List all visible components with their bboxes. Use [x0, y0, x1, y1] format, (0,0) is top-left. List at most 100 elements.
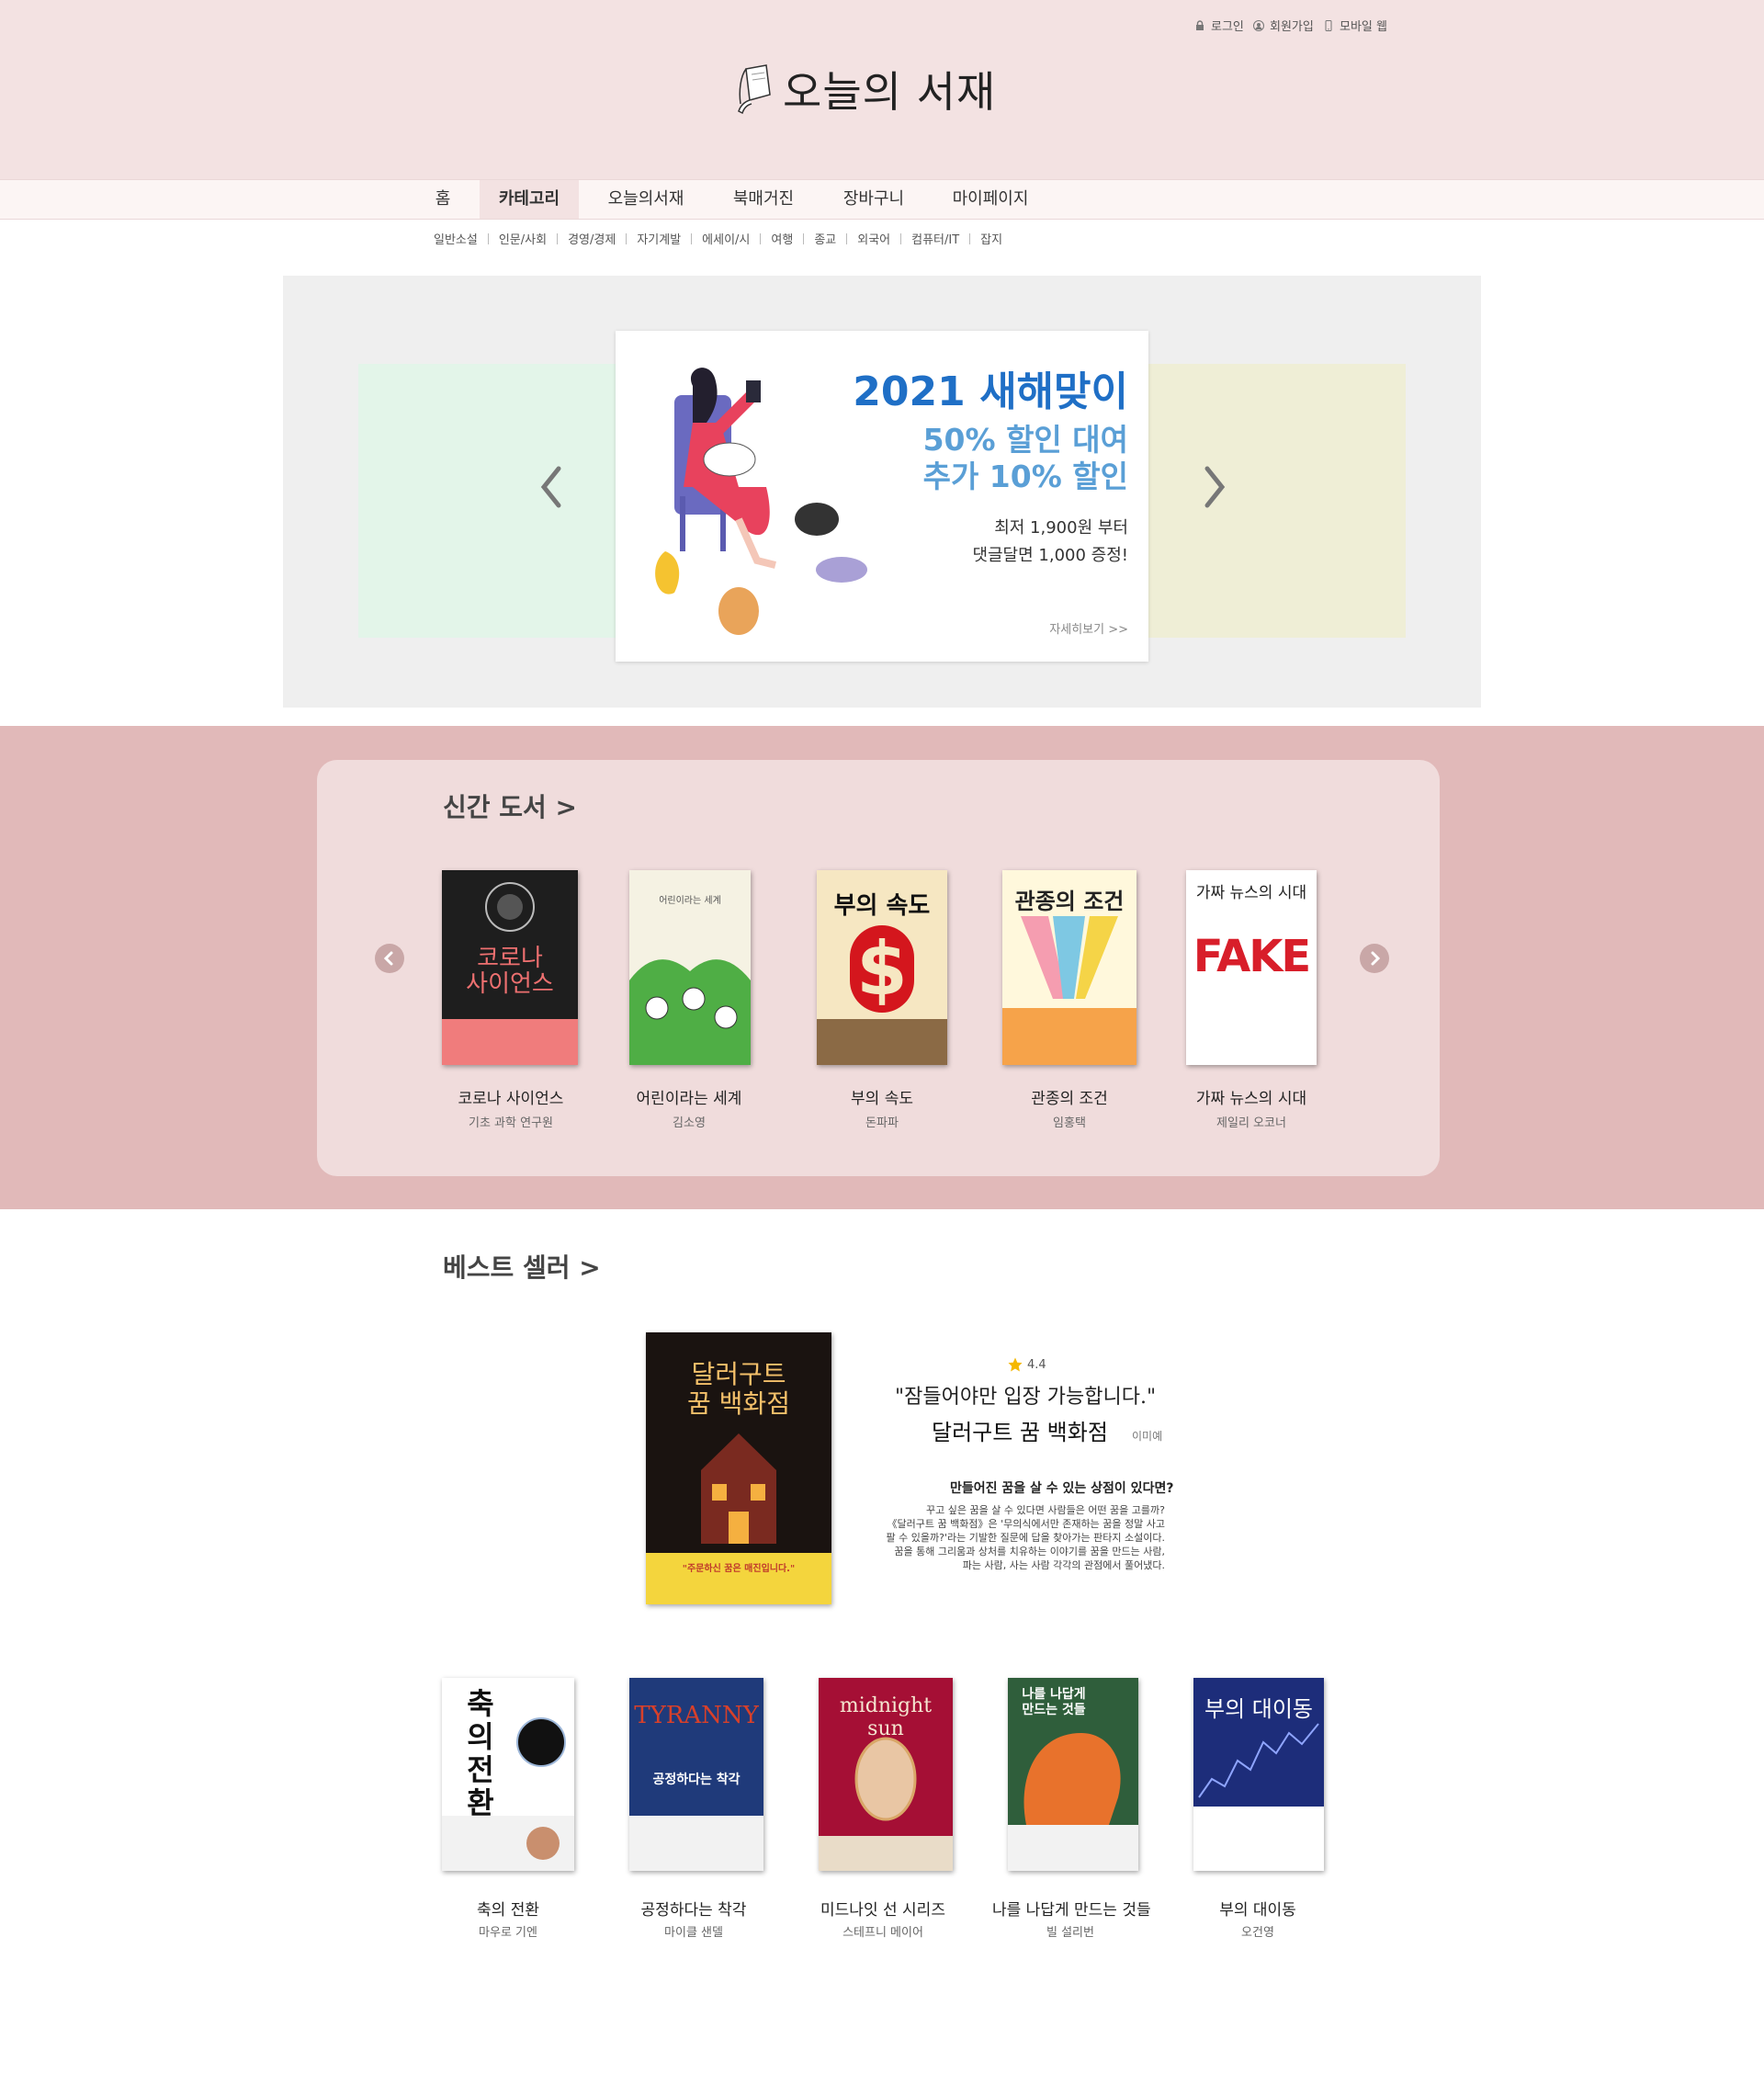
cover-band — [817, 1019, 947, 1065]
book-author: 기초 과학 연구원 — [469, 1116, 553, 1130]
book-title: 부의 대이동 — [1219, 1901, 1296, 1920]
book-cover: 축의 전환 — [442, 1678, 574, 1871]
banner-slide[interactable]: 2021 새해맞이 50% 할인 대여 추가 10% 할인 최저 1,900원 … — [616, 331, 1148, 662]
divider — [803, 232, 805, 244]
cover-title: 코로나 사이언스 — [466, 945, 554, 998]
featured-quote: "잠들어야만 입장 가능합니다." — [895, 1386, 1157, 1409]
login-link[interactable]: 로그인 — [1194, 17, 1244, 34]
subnav-item[interactable]: 종교 — [814, 230, 836, 247]
cover-title: 어린이라는 세계 — [659, 896, 721, 906]
banner-desc-1: 최저 1,900원 부터 — [994, 518, 1128, 538]
featured-book-cover[interactable]: 달러구트 꿈 백화점 "주문하신 꿈은 매진입니다." — [646, 1332, 831, 1604]
bestseller-book-item[interactable]: midnight sun 미드나잇 선 시리즈 스테프니 메이어 — [814, 1678, 953, 1954]
subnav-item[interactable]: 외국어 — [857, 230, 890, 247]
book-cover: 가짜 뉴스의 시대 FAKE — [1186, 870, 1317, 1065]
mobile-web-link[interactable]: 모바일 웹 — [1323, 17, 1387, 34]
nav-today-library[interactable]: 오늘의서재 — [597, 180, 695, 219]
book-logo-icon — [738, 64, 771, 115]
featured-title[interactable]: 달러구트 꿈 백화점 — [932, 1414, 1108, 1446]
book-cover: 부의 속도 $ — [817, 870, 947, 1065]
book-title: 축의 전환 — [477, 1901, 539, 1920]
chevron-left-icon — [383, 951, 393, 966]
subnav-item[interactable]: 경영/경제 — [568, 230, 616, 247]
book-title: 공정하다는 착각 — [640, 1901, 747, 1920]
divider — [846, 232, 848, 244]
new-book-item[interactable]: 가짜 뉴스의 시대 FAKE 가짜 뉴스의 시대 제일리 오코너 — [1186, 870, 1324, 1137]
featured-description: 꾸고 싶은 꿈을 살 수 있다면 사람들은 어떤 꿈을 고를까? 《달러구트 꿈… — [882, 1503, 1165, 1572]
next-slide-preview[interactable] — [1147, 364, 1406, 638]
divider — [557, 232, 559, 244]
book-author: 돈파파 — [865, 1116, 899, 1130]
bestseller-title[interactable]: 베스트 셀러 > — [443, 1248, 601, 1285]
signup-label: 회원가입 — [1270, 20, 1314, 34]
subnav-item[interactable]: 자기계발 — [637, 230, 681, 247]
star-icon — [1008, 1357, 1023, 1372]
new-book-item[interactable]: 부의 속도 $ 부의 속도 돈파파 — [817, 870, 955, 1137]
book-author: 김소영 — [673, 1116, 706, 1130]
subnav-item[interactable]: 에세이/시 — [702, 230, 750, 247]
divider — [487, 232, 489, 244]
divider — [691, 232, 693, 244]
new-book-item[interactable]: 관종의 조건 관종의 조건 임홍택 — [1002, 870, 1140, 1137]
site-logo[interactable]: 오늘의 서재 — [735, 59, 996, 119]
new-book-item[interactable]: 어린이라는 세계 어린이라는 세계 김소영 — [629, 870, 767, 1137]
book-cover: 코로나 사이언스 — [442, 870, 578, 1065]
book-cover: TYRANNY 공정하다는 착각 — [629, 1678, 763, 1871]
cover-title: 가짜 뉴스의 시대 — [1195, 884, 1307, 902]
cover-title: 달러구트 꿈 백화점 — [687, 1359, 790, 1419]
promo-carousel: 2021 새해맞이 50% 할인 대여 추가 10% 할인 최저 1,900원 … — [283, 276, 1481, 708]
nav-cart[interactable]: 장바구니 — [831, 180, 916, 219]
featured-headline: 만들어진 꿈을 살 수 있는 상점이 있다면? — [950, 1481, 1174, 1496]
description-line: 파는 사람, 사는 사람 각각의 관점에서 풀어냈다. — [962, 1559, 1165, 1571]
featured-author: 이미예 — [1132, 1430, 1163, 1443]
bestseller-book-item[interactable]: 부의 대이동 부의 대이동 오건영 — [1189, 1678, 1327, 1954]
cover-title: 부의 속도 — [833, 892, 931, 920]
banner-desc-2: 댓글달면 1,000 증정! — [972, 546, 1128, 565]
new-books-prev-button[interactable] — [375, 944, 404, 973]
prev-slide-preview[interactable] — [358, 364, 625, 638]
subnav-item[interactable]: 여행 — [771, 230, 793, 247]
book-title: 어린이라는 세계 — [636, 1090, 742, 1108]
book-title: 부의 속도 — [851, 1090, 913, 1108]
book-title: 미드나잇 선 시리즈 — [820, 1901, 945, 1920]
cover-title: midnight sun — [839, 1694, 933, 1740]
bestseller-book-item[interactable]: 나를 나답게 만드는 것들 나를 나답게 만드는 것들 빌 설리번 — [992, 1678, 1151, 1954]
nav-book-magazine[interactable]: 북매거진 — [721, 180, 806, 219]
book-title: 관종의 조건 — [1031, 1090, 1108, 1108]
bestseller-book-item[interactable]: 축의 전환 축의 전환 마우로 기엔 — [439, 1678, 577, 1954]
tyranny-cover-art: TYRANNY — [634, 1702, 759, 1729]
new-books-section: 신간 도서 > 코로나 사이언스 코로나 사이언스 기초 과학 연구원 어린이라… — [0, 726, 1764, 1209]
book-author: 임홍택 — [1053, 1116, 1086, 1130]
book-cover: 나를 나답게 만드는 것들 — [1008, 1678, 1138, 1871]
nav-category[interactable]: 카테고리 — [480, 180, 579, 219]
book-author: 오건영 — [1241, 1926, 1274, 1940]
nav-home[interactable]: 홈 — [424, 180, 461, 219]
banner-more-link[interactable]: 자세히보기 >> — [1049, 619, 1128, 637]
book-title: 가짜 뉴스의 시대 — [1195, 1090, 1307, 1108]
main-nav: 홈 카테고리 오늘의서재 북매거진 장바구니 마이페이지 — [0, 179, 1764, 220]
description-line: 《달러구트 꿈 백화점》은 '무의식에서만 존재하는 꿈을 정말 사고 — [887, 1518, 1166, 1530]
banner-discount-2: 추가 10% 할인 — [922, 459, 1128, 494]
lock-icon — [1196, 19, 1204, 30]
login-label: 로그인 — [1211, 20, 1244, 34]
category-subnav: 일반소설 인문/사회 경영/경제 자기계발 에세이/시 여행 종교 외국어 컴퓨… — [434, 230, 1002, 247]
new-book-item[interactable]: 코로나 사이언스 코로나 사이언스 기초 과학 연구원 — [442, 870, 580, 1137]
book-cover: 어린이라는 세계 — [629, 870, 751, 1065]
cover-title: 관종의 조건 — [1014, 889, 1125, 914]
subnav-item[interactable]: 일반소설 — [434, 230, 478, 247]
cover-band — [629, 1816, 763, 1871]
new-books-title[interactable]: 신간 도서 > — [443, 787, 577, 824]
subnav-item[interactable]: 잡지 — [980, 230, 1002, 247]
signup-link[interactable]: 회원가입 — [1253, 17, 1314, 34]
carousel-next-arrow[interactable] — [1196, 459, 1233, 515]
subnav-item[interactable]: 컴퓨터/IT — [911, 230, 959, 247]
divider — [969, 232, 971, 244]
book-title: 나를 나답게 만드는 것들 — [992, 1901, 1151, 1920]
carousel-prev-arrow[interactable] — [533, 459, 570, 515]
subnav-item[interactable]: 인문/사회 — [499, 230, 547, 247]
user-icon — [1253, 19, 1264, 31]
bestseller-book-item[interactable]: TYRANNY 공정하다는 착각 공정하다는 착각 마이클 샌델 — [625, 1678, 763, 1954]
new-books-next-button[interactable] — [1360, 944, 1389, 973]
cover-tagline: "주문하신 꿈은 매진입니다." — [682, 1564, 796, 1574]
nav-mypage[interactable]: 마이페이지 — [946, 180, 1035, 219]
